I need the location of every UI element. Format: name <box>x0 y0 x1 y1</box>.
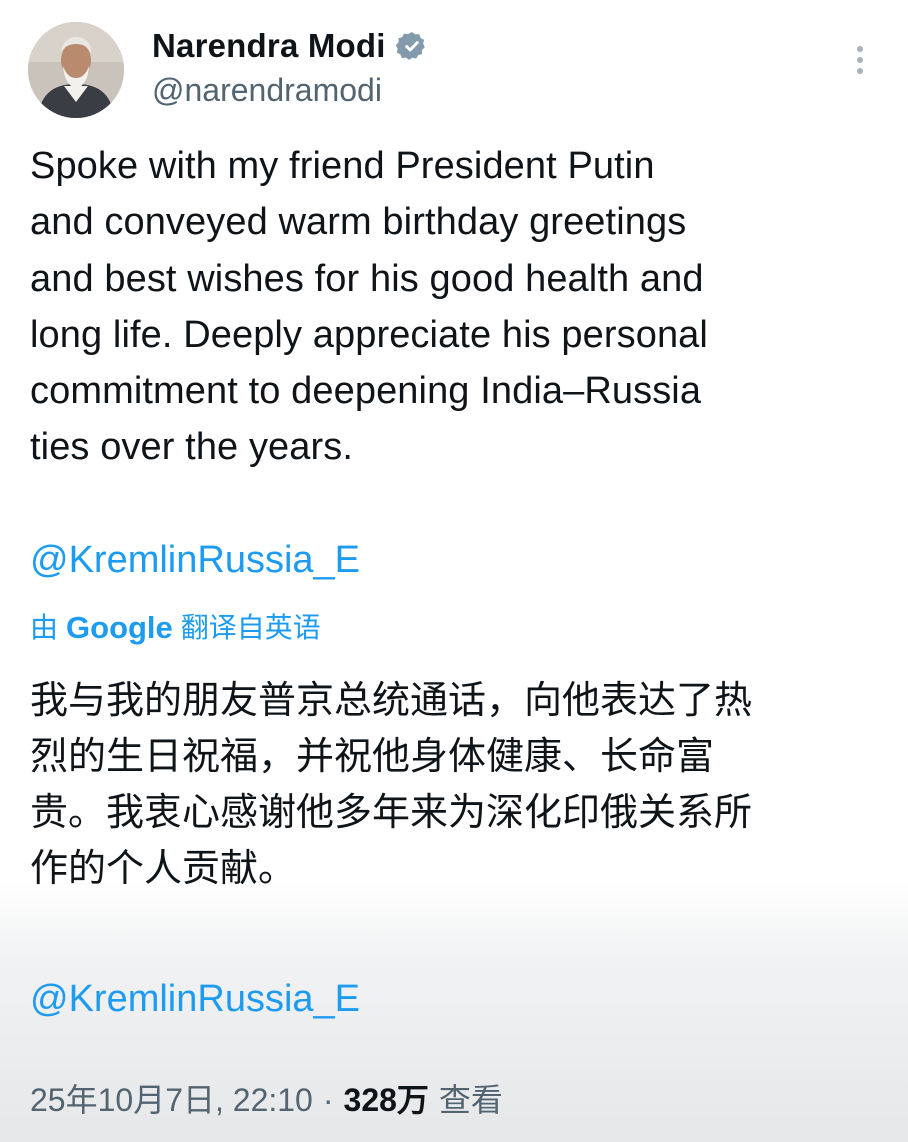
author-handle[interactable]: @narendramodi <box>152 70 382 110</box>
author-avatar[interactable] <box>28 22 124 118</box>
google-logo: Google <box>66 610 173 645</box>
post-body-text: Spoke with my friend President Putin and… <box>30 145 708 469</box>
author-name-row: Narendra Modi <box>152 26 428 66</box>
author-display-name[interactable]: Narendra Modi <box>152 26 386 66</box>
translated-from-label: 翻译自英语 <box>180 612 321 643</box>
views-label: 查看 <box>438 1082 503 1118</box>
translated-by-label[interactable]: 由 Google 翻译自英语 <box>30 608 321 648</box>
post-timestamp[interactable]: 25年10月7日, 22:10 <box>30 1078 313 1122</box>
translated-mention-link[interactable]: @KremlinRussia_E <box>30 975 360 1023</box>
post-meta: 25年10月7日, 22:10 · 328万 查看 <box>30 1078 503 1122</box>
more-dot <box>857 57 863 63</box>
meta-separator: · <box>322 1082 334 1118</box>
translated-post-text: 我与我的朋友普京总统通话，向他表达了热 烈的生日祝福，并祝他身体健康、长命富 贵… <box>30 678 753 890</box>
views-count: 328万 <box>343 1082 429 1118</box>
more-dot <box>857 46 863 52</box>
verified-badge-icon <box>395 32 425 60</box>
more-options-icon[interactable] <box>848 42 872 78</box>
mention-link[interactable]: @KremlinRussia_E <box>30 536 360 584</box>
translated-by-prefix: 由 <box>30 612 59 643</box>
more-dot <box>857 68 863 74</box>
post-header: Narendra Modi @narendramodi <box>0 0 908 130</box>
avatar-photo <box>28 22 124 118</box>
